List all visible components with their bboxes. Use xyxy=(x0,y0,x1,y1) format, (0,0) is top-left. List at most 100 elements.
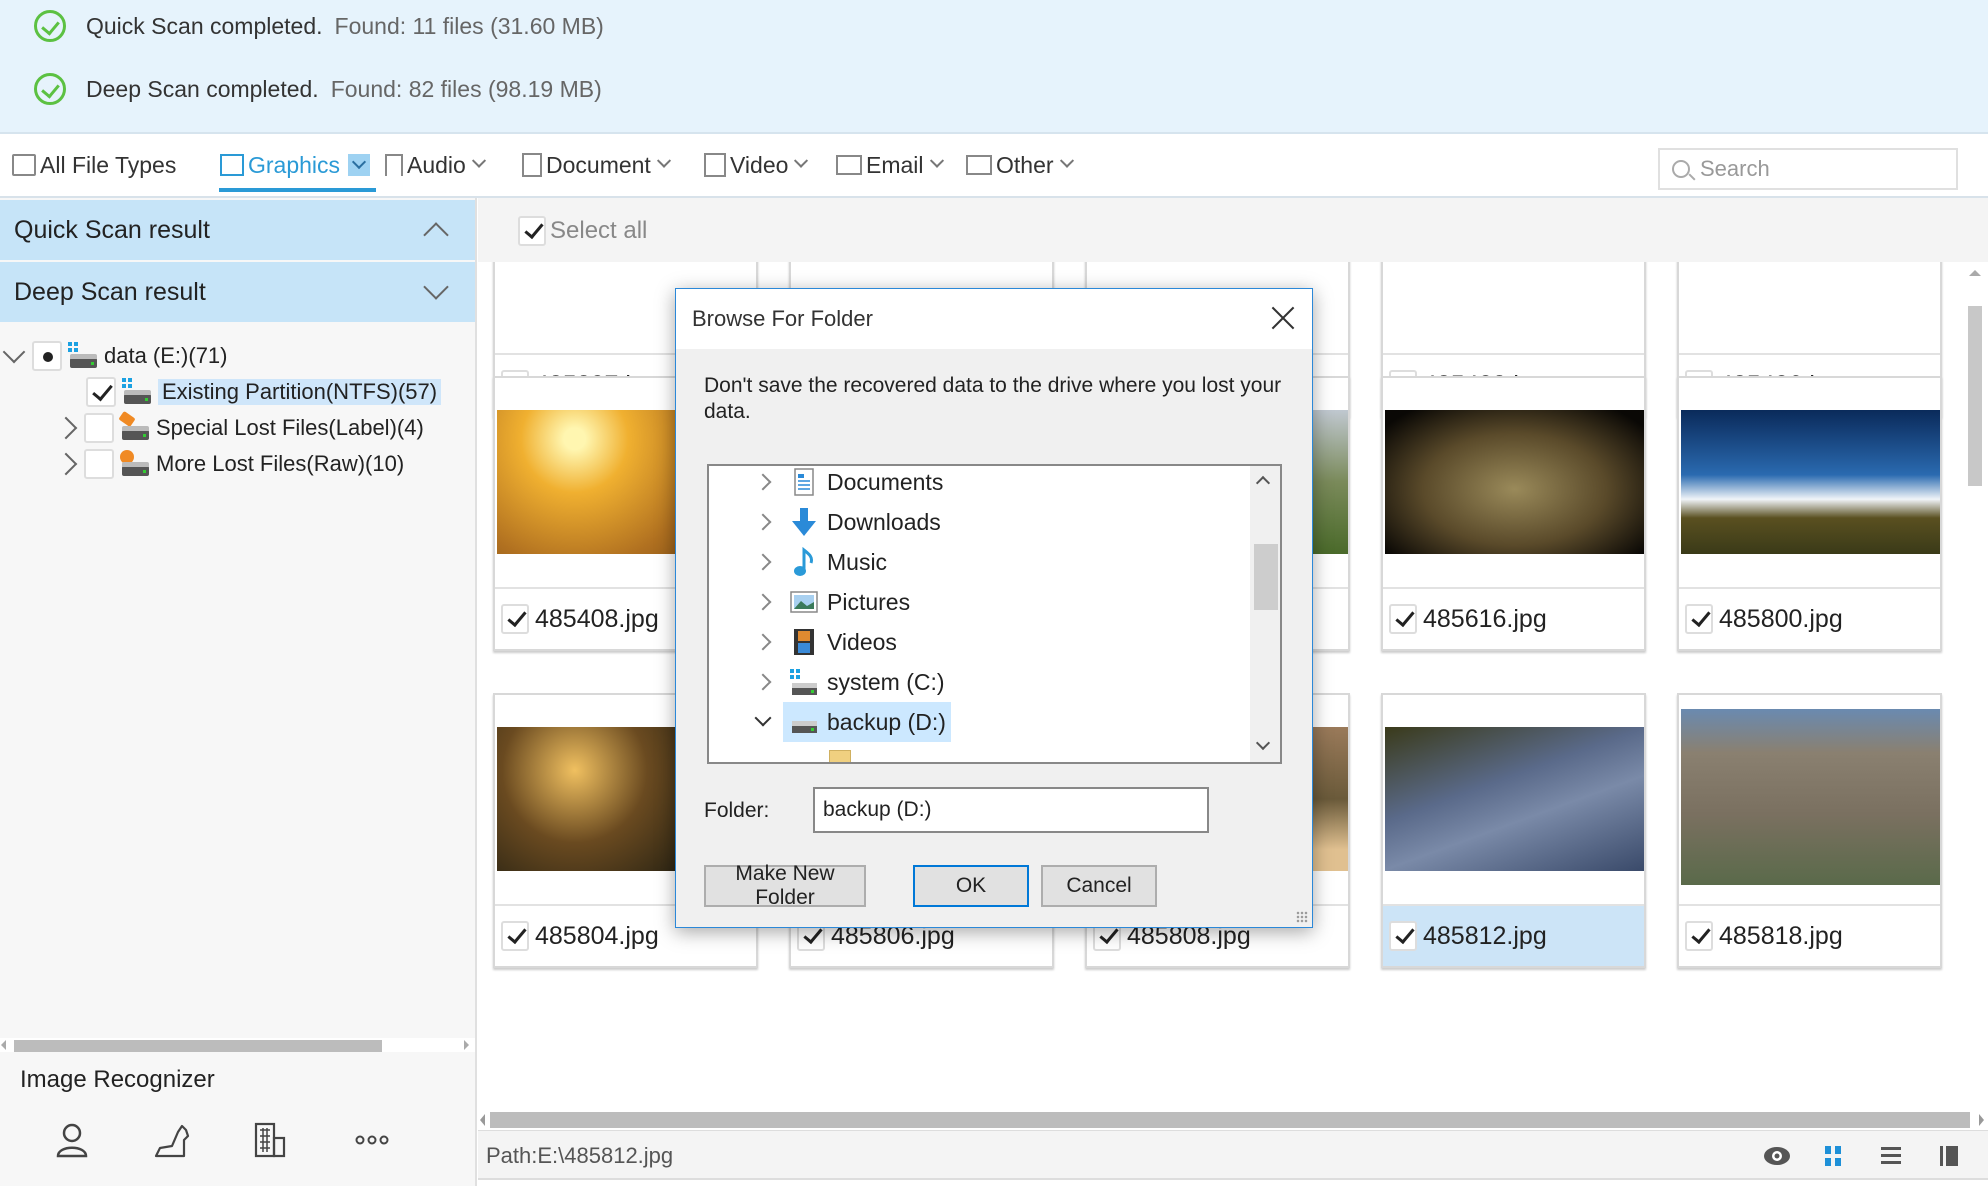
quick-scan-result-header[interactable]: Quick Scan result xyxy=(0,200,475,260)
search-box[interactable] xyxy=(1658,148,1958,190)
filter-all-file-types[interactable]: All File Types xyxy=(12,136,176,194)
scroll-down-arrow-icon[interactable] xyxy=(1255,735,1271,751)
scroll-right-arrow-icon[interactable] xyxy=(464,1040,469,1050)
file-tile[interactable]: 485800.jpg xyxy=(1677,376,1942,651)
cancel-button[interactable]: Cancel xyxy=(1041,865,1157,907)
deep-scan-result-header[interactable]: Deep Scan result xyxy=(0,262,475,322)
sidebar-horizontal-scrollbar[interactable] xyxy=(0,1038,475,1052)
folder-name: system (C:) xyxy=(827,668,945,695)
file-checkbox[interactable] xyxy=(501,604,529,634)
chevron-right-icon[interactable] xyxy=(754,673,772,691)
filter-email[interactable]: Email xyxy=(836,136,944,194)
chevron-right-icon[interactable] xyxy=(754,553,772,571)
chevron-down-icon[interactable] xyxy=(471,153,486,168)
checkbox[interactable] xyxy=(84,413,114,443)
folder-tree[interactable]: Documents Downloads Music Pictures Videos sys… xyxy=(707,464,1282,764)
file-checkbox[interactable] xyxy=(1685,921,1713,951)
recognize-person-button[interactable] xyxy=(50,1118,94,1162)
partial-checkbox[interactable] xyxy=(32,341,62,371)
chevron-down-icon[interactable] xyxy=(348,154,371,176)
folder-tree-item[interactable]: backup (D:) xyxy=(709,702,1249,742)
file-checkbox[interactable] xyxy=(1389,921,1417,951)
file-checkbox[interactable] xyxy=(501,921,529,951)
chevron-down-icon[interactable] xyxy=(1059,153,1074,168)
recognize-animal-button[interactable] xyxy=(150,1118,194,1162)
scrollbar-thumb[interactable] xyxy=(1968,306,1982,486)
chevron-right-icon[interactable] xyxy=(754,513,772,531)
expand-chevron-icon[interactable] xyxy=(2,340,26,364)
status-found-text: Found: 11 files (31.60 MB) xyxy=(334,12,604,39)
chevron-down-icon[interactable] xyxy=(754,709,772,727)
checkbox[interactable] xyxy=(86,377,116,407)
folder-label: Folder: xyxy=(704,799,770,822)
grid-vertical-scrollbar[interactable] xyxy=(1960,262,1988,1106)
list-view-button[interactable] xyxy=(1876,1141,1906,1171)
browse-for-folder-dialog: Browse For Folder Don't save the recover… xyxy=(675,288,1313,928)
filter-audio[interactable]: Audio xyxy=(385,136,486,194)
folder-tree-item[interactable]: system (C:) xyxy=(709,662,1249,702)
scroll-left-arrow-icon[interactable] xyxy=(480,1114,485,1126)
folder-tree-item[interactable]: Music xyxy=(709,542,1249,582)
search-input[interactable] xyxy=(1700,156,1940,182)
folder-name: Downloads xyxy=(827,508,941,535)
filter-other[interactable]: Other xyxy=(966,136,1074,194)
scrollbar-thumb[interactable] xyxy=(14,1040,382,1052)
chevron-right-icon[interactable] xyxy=(754,473,772,491)
ok-button[interactable]: OK xyxy=(913,865,1029,907)
folder-tree-item[interactable]: Downloads xyxy=(709,502,1249,542)
tree-item-more-lost-files[interactable]: More Lost Files(Raw)(10) xyxy=(54,447,404,481)
file-tile[interactable]: 485616.jpg xyxy=(1381,376,1646,651)
file-checkbox[interactable] xyxy=(1685,604,1713,634)
filter-document[interactable]: Document xyxy=(522,136,671,194)
checkbox[interactable] xyxy=(84,449,114,479)
detail-pane-button[interactable] xyxy=(1934,1141,1964,1171)
file-tile[interactable]: 485812.jpg xyxy=(1381,693,1646,968)
scroll-up-arrow-icon[interactable] xyxy=(1255,475,1271,491)
recognize-more-button[interactable] xyxy=(350,1118,394,1162)
file-name: 485812.jpg xyxy=(1423,921,1547,950)
recognize-building-button[interactable] xyxy=(248,1118,292,1162)
expand-chevron-icon[interactable] xyxy=(54,416,78,440)
folder-tree-scrollbar[interactable] xyxy=(1250,466,1280,762)
scrollbar-thumb[interactable] xyxy=(1254,544,1278,610)
file-name: 485616.jpg xyxy=(1423,604,1547,633)
close-icon[interactable] xyxy=(1268,303,1298,333)
folder-tree-item[interactable]: Pictures xyxy=(709,582,1249,622)
chevron-down-icon[interactable] xyxy=(929,153,944,168)
select-all-checkbox[interactable]: Select all xyxy=(518,216,647,246)
chevron-down-icon[interactable] xyxy=(656,153,671,168)
folder-tree-item[interactable]: Videos xyxy=(709,622,1249,662)
checkbox[interactable] xyxy=(518,216,546,246)
filter-graphics[interactable]: Graphics xyxy=(220,136,371,194)
resize-grip-icon[interactable] xyxy=(1296,911,1308,923)
chevron-down-icon[interactable] xyxy=(423,274,449,300)
tree-item-existing-partition[interactable]: Existing Partition(NTFS)(57) xyxy=(86,375,442,409)
scroll-left-arrow-icon[interactable] xyxy=(1,1040,6,1050)
chevron-down-icon[interactable] xyxy=(794,153,809,168)
preview-button[interactable] xyxy=(1762,1141,1792,1171)
scroll-up-arrow-icon[interactable] xyxy=(1969,270,1981,276)
scrollbar-thumb[interactable] xyxy=(490,1112,1970,1128)
downloads-icon xyxy=(789,507,819,537)
tree-item-data-drive[interactable]: data (E:)(71) xyxy=(2,339,228,373)
expand-chevron-icon[interactable] xyxy=(54,452,78,476)
image-thumbnail xyxy=(1385,410,1644,554)
chevron-right-icon[interactable] xyxy=(754,633,772,651)
file-checkbox[interactable] xyxy=(1389,604,1417,634)
tree-item-special-lost-files[interactable]: Special Lost Files(Label)(4) xyxy=(54,410,424,445)
image-thumbnail xyxy=(1681,709,1940,885)
chevron-up-icon[interactable] xyxy=(423,222,449,248)
filter-video[interactable]: Video xyxy=(704,136,809,194)
folder-input[interactable] xyxy=(813,787,1209,833)
file-tile[interactable]: 485818.jpg xyxy=(1677,693,1942,968)
scan-status-area: Quick Scan completed. Found: 11 files (3… xyxy=(0,0,1988,134)
filter-label: Video xyxy=(730,151,789,178)
check-circle-icon xyxy=(34,73,66,105)
make-new-folder-button[interactable]: Make New Folder xyxy=(704,862,866,909)
chevron-right-icon[interactable] xyxy=(754,593,772,611)
folder-tree-item[interactable]: Documents xyxy=(709,466,1249,502)
grid-view-button[interactable] xyxy=(1818,1141,1848,1171)
scroll-right-arrow-icon[interactable] xyxy=(1979,1114,1984,1126)
grid-horizontal-scrollbar[interactable] xyxy=(478,1108,1988,1130)
videos-icon xyxy=(789,627,819,657)
